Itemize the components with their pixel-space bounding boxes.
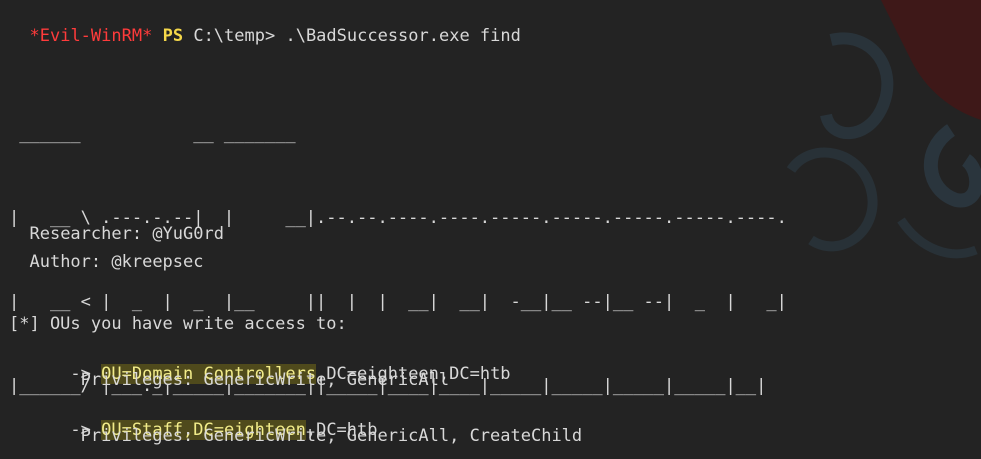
ou-header: [*] OUs you have write access to: (9, 314, 347, 334)
prompt-path: C:\temp> (193, 26, 276, 46)
author-value: @kreepsec (111, 252, 204, 272)
command-line[interactable]: *Evil-WinRM* PS C:\temp> .\BadSuccessor.… (9, 3, 520, 46)
prompt-star-open: * (29, 26, 40, 46)
prompt-ps: PS (162, 26, 184, 46)
ou-entry-2-privileges: Privileges: GenericWrite, GenericAll, Cr… (9, 426, 583, 446)
author-line: Author: @kreepsec (9, 229, 203, 272)
banner-line: ______ __ _______ (9, 124, 296, 144)
prompt-star-close: * (142, 26, 153, 46)
command-text[interactable]: .\BadSuccessor.exe find (285, 26, 520, 46)
researcher-line: Researcher: @YuG0rd (9, 201, 223, 244)
ou-entry-2: -> OU=Staff,DC=eighteen,DC=htb (9, 397, 378, 440)
prompt-host: Evil-WinRM (39, 26, 143, 46)
banner-line: | __ < | _ | _ |__ || | | __| __| -__|__… (9, 292, 787, 312)
ou-entry-1-privileges: Privileges: GenericWrite, GenericAll (9, 370, 450, 390)
ou-entry-1: -> OU=Domain Controllers,DC=eighteen,DC=… (9, 341, 511, 384)
author-label: Author: (29, 252, 112, 272)
